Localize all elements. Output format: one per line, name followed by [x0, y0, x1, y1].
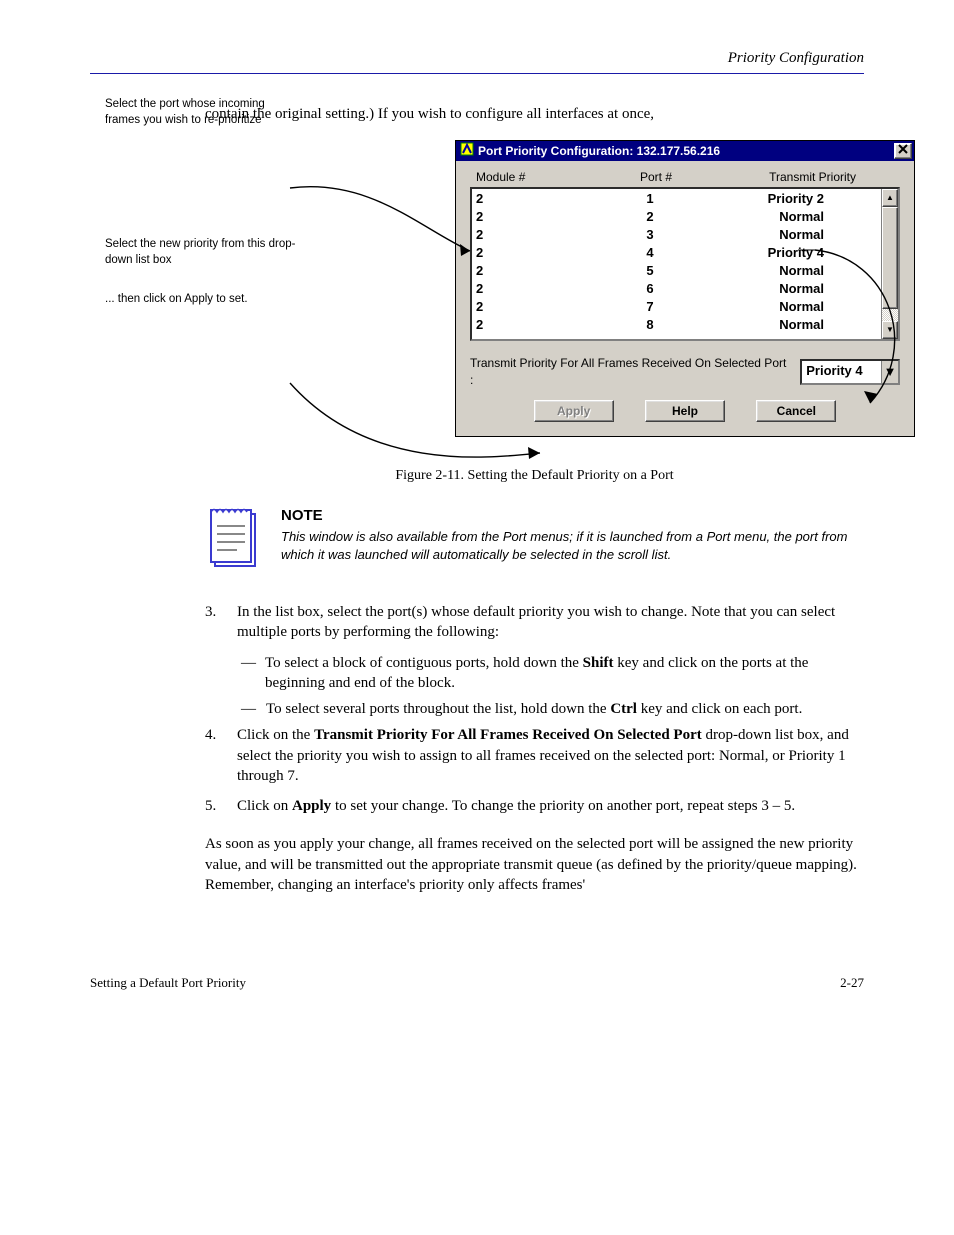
scroll-down-icon[interactable]: ▼ — [882, 321, 898, 339]
step-number: 5. — [205, 796, 223, 816]
table-row[interactable]: 26Normal — [476, 280, 877, 298]
footer-left: Setting a Default Port Priority — [90, 975, 246, 991]
cancel-button[interactable]: Cancel — [756, 400, 836, 422]
table-row[interactable]: 21Priority 2 — [476, 190, 877, 208]
scroll-thumb[interactable] — [882, 207, 898, 309]
annotation-select-port: Select the port whose incoming frames yo… — [105, 97, 300, 128]
app-icon — [460, 142, 474, 160]
bullet-dash: — — [241, 653, 255, 694]
close-button[interactable] — [894, 143, 912, 159]
cell-priority: Priority 2 — [708, 190, 828, 208]
cell-priority: Normal — [708, 208, 828, 226]
col-module: Module # — [476, 169, 596, 185]
step-4-text: Click on the Transmit Priority For All F… — [237, 725, 864, 786]
scroll-up-icon[interactable]: ▲ — [882, 189, 898, 207]
table-row[interactable]: 24Priority 4 — [476, 244, 877, 262]
cell-priority: Normal — [708, 280, 828, 298]
note-icon — [205, 500, 261, 578]
priority-label: Transmit Priority For All Frames Receive… — [470, 355, 792, 387]
col-port: Port # — [596, 169, 716, 185]
window-titlebar: Port Priority Configuration: 132.177.56.… — [456, 141, 914, 161]
port-listbox[interactable]: 21Priority 222Normal23Normal24Priority 4… — [470, 187, 900, 341]
cell-port: 1 — [592, 190, 708, 208]
cell-priority: Normal — [708, 262, 828, 280]
cell-port: 8 — [592, 316, 708, 334]
divider — [90, 73, 864, 74]
config-window: Port Priority Configuration: 132.177.56.… — [455, 140, 915, 437]
help-button[interactable]: Help — [645, 400, 725, 422]
cell-module: 2 — [476, 226, 592, 244]
table-row[interactable]: 25Normal — [476, 262, 877, 280]
list-headers: Module # Port # Transmit Priority — [470, 169, 900, 187]
step-3-text: In the list box, select the port(s) whos… — [237, 602, 864, 643]
note-heading: NOTE — [281, 506, 864, 526]
cell-module: 2 — [476, 316, 592, 334]
step-number: 3. — [205, 602, 223, 643]
step-3a: To select a block of contiguous ports, h… — [265, 653, 864, 694]
note-body: This window is also available from the P… — [281, 528, 864, 563]
cell-port: 5 — [592, 262, 708, 280]
cell-port: 6 — [592, 280, 708, 298]
intro-text: contain the original setting.) If you wi… — [205, 104, 864, 124]
cell-module: 2 — [476, 190, 592, 208]
section-header: Priority Configuration — [90, 50, 864, 67]
footer-right: 2-27 — [840, 975, 864, 991]
scrollbar[interactable]: ▲ ▼ — [881, 189, 898, 339]
cell-port: 3 — [592, 226, 708, 244]
priority-combobox[interactable]: Priority 4 ▼ — [800, 359, 900, 385]
step-3b: To select several ports throughout the l… — [266, 699, 802, 719]
table-row[interactable]: 22Normal — [476, 208, 877, 226]
cell-priority: Priority 4 — [708, 244, 828, 262]
closing-text: As soon as you apply your change, all fr… — [205, 834, 864, 895]
apply-button[interactable]: Apply — [534, 400, 614, 422]
figure-caption: Figure 2-11. Setting the Default Priorit… — [205, 467, 864, 486]
cell-port: 4 — [592, 244, 708, 262]
table-row[interactable]: 23Normal — [476, 226, 877, 244]
priority-value: Priority 4 — [802, 361, 881, 383]
table-row[interactable]: 27Normal — [476, 298, 877, 316]
cell-module: 2 — [476, 244, 592, 262]
col-priority: Transmit Priority — [716, 169, 856, 185]
bullet-dash: — — [241, 699, 256, 719]
chevron-down-icon[interactable]: ▼ — [881, 361, 898, 383]
step-number: 4. — [205, 725, 223, 786]
window-title: Port Priority Configuration: 132.177.56.… — [478, 143, 894, 159]
cell-module: 2 — [476, 280, 592, 298]
cell-port: 2 — [592, 208, 708, 226]
cell-priority: Normal — [708, 298, 828, 316]
cell-module: 2 — [476, 262, 592, 280]
annotation-apply: ... then click on Apply to set. — [105, 292, 300, 308]
cell-module: 2 — [476, 298, 592, 316]
cell-priority: Normal — [708, 226, 828, 244]
table-row[interactable]: 28Normal — [476, 316, 877, 334]
cell-port: 7 — [592, 298, 708, 316]
step-5-text: Click on Apply to set your change. To ch… — [237, 796, 795, 816]
cell-module: 2 — [476, 208, 592, 226]
annotation-select-priority: Select the new priority from this drop-d… — [105, 237, 300, 268]
cell-priority: Normal — [708, 316, 828, 334]
